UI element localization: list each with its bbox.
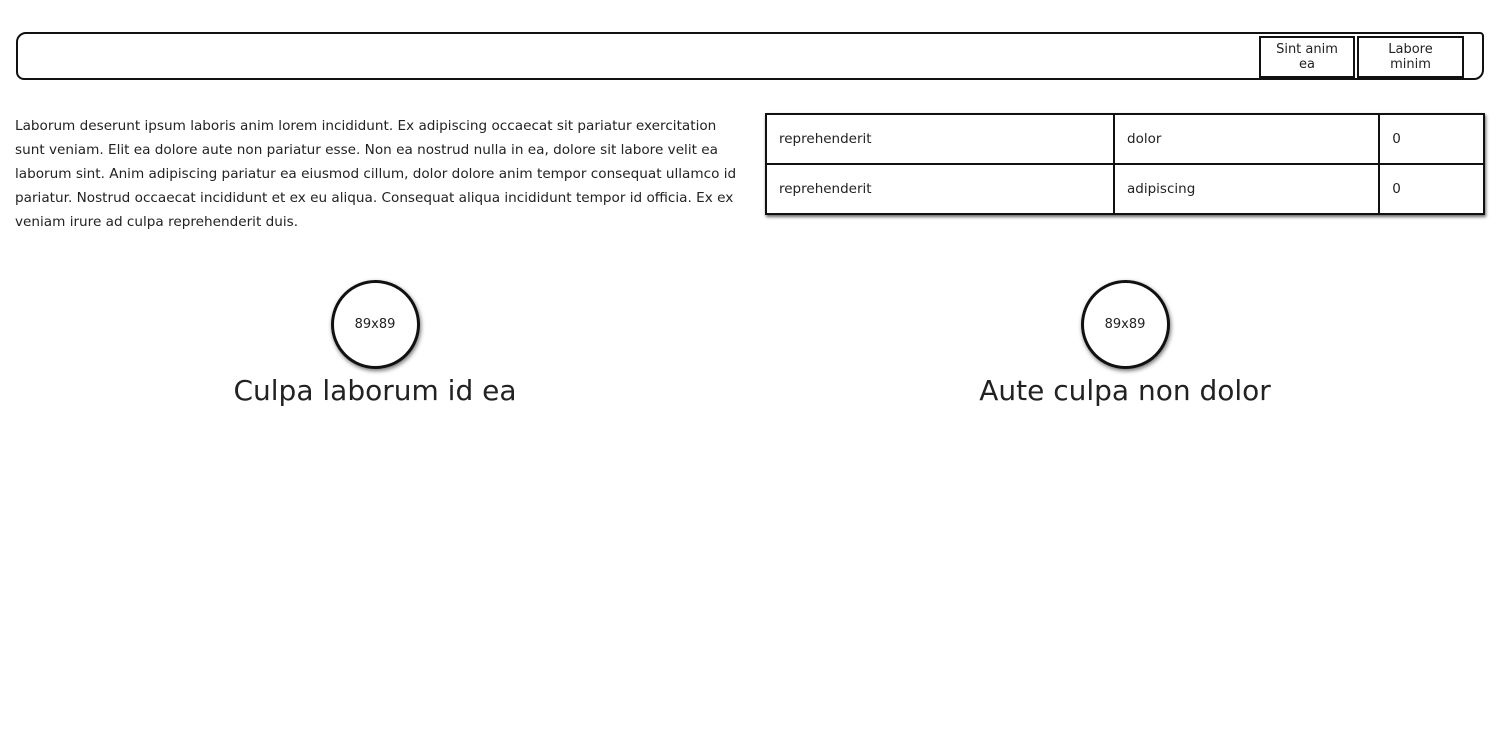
avatar: 89x89 [330,280,420,369]
nav-button-sint-anim-ea[interactable]: Sint anim ea [1259,36,1355,78]
nav-button-group: Sint anim ea Labore minim [1259,36,1464,78]
nav-button-labore-minim[interactable]: Labore minim [1357,36,1464,78]
profile-card-1: 89x89 Culpa laborum id ea [195,280,555,409]
table-cell: reprehenderit [764,163,1116,215]
top-nav-bar: Sint anim ea Labore minim [16,32,1484,80]
profile-card-2: 89x89 Aute culpa non dolor [945,280,1305,409]
table-cell: reprehenderit [764,113,1116,165]
table-cell: 0 [1378,163,1485,215]
avatar: 89x89 [1080,280,1170,369]
table-row: reprehenderit adipiscing 0 [764,163,1485,215]
table-cell: adipiscing [1113,163,1381,215]
profile-name: Aute culpa non dolor [979,374,1271,407]
table-cell: dolor [1113,113,1381,165]
body-paragraph: Laborum deserunt ipsum laboris anim lore… [15,118,737,230]
table-row: reprehenderit dolor 0 [764,113,1485,165]
data-table: reprehenderit dolor 0 reprehenderit adip… [764,113,1485,215]
table-cell: 0 [1378,113,1485,165]
profile-name: Culpa laborum id ea [233,374,517,407]
